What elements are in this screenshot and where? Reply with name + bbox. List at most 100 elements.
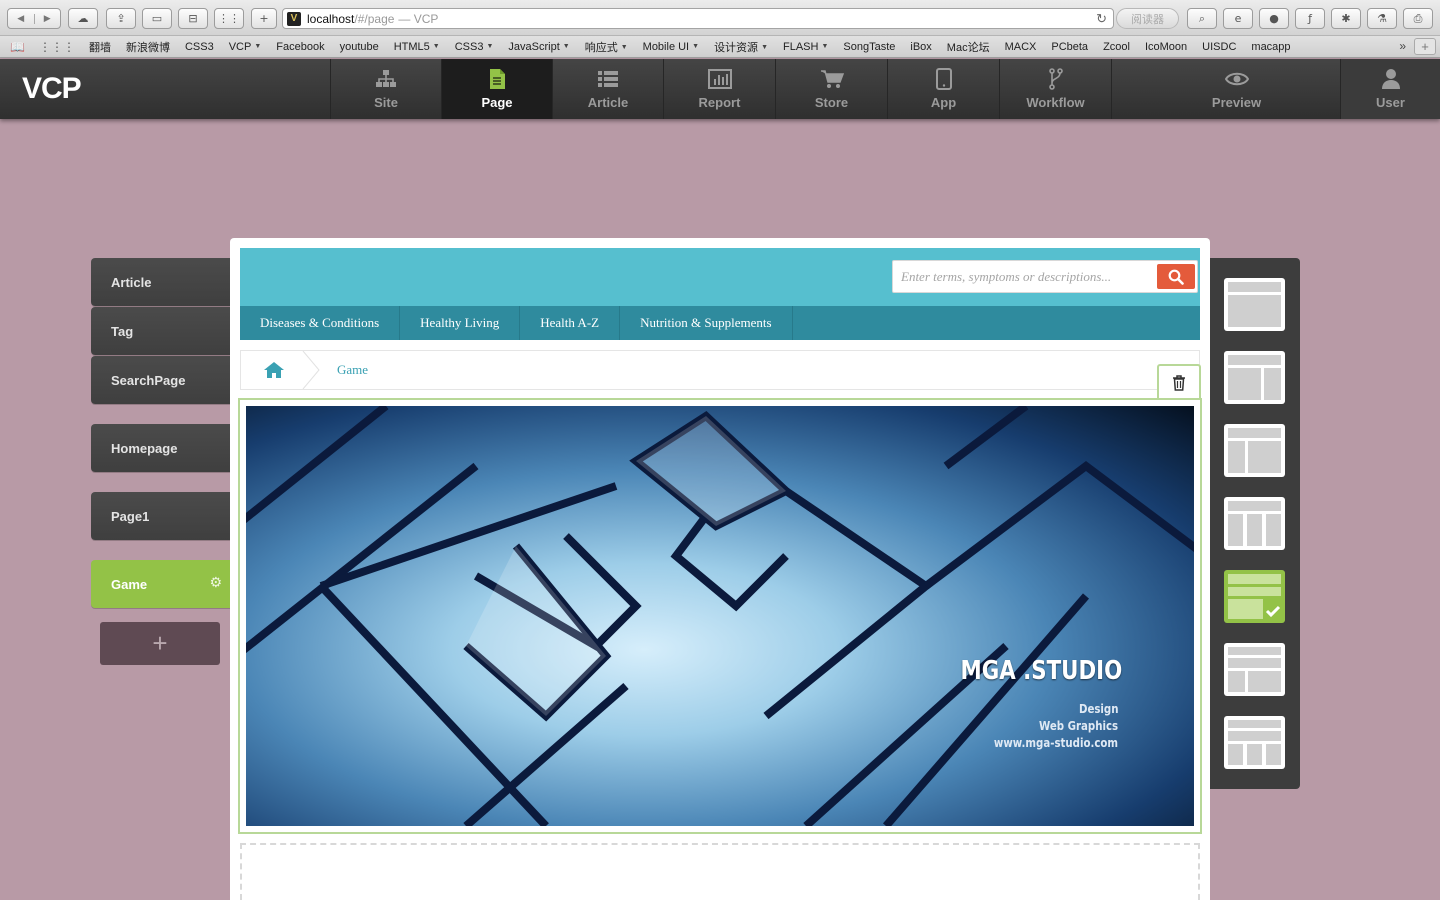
bookmarks-button[interactable]: ⊟ bbox=[178, 8, 208, 29]
breadcrumb-home[interactable] bbox=[241, 351, 307, 389]
bookmark-item[interactable]: 翻墙 bbox=[89, 39, 111, 55]
layout-option-6[interactable] bbox=[1224, 643, 1285, 696]
layout-option-1[interactable] bbox=[1224, 278, 1285, 331]
extension-flask-button[interactable]: ⚗ bbox=[1367, 8, 1397, 29]
bookmark-item[interactable]: JavaScript ▼ bbox=[508, 41, 569, 53]
selected-block[interactable]: MGA .STUDIO Design Web Graphics www.mga-… bbox=[238, 398, 1202, 834]
bookmark-item[interactable]: IcoMoon bbox=[1145, 41, 1187, 53]
new-tab-button[interactable]: + bbox=[251, 8, 277, 29]
flask-icon: ⚗ bbox=[1377, 12, 1387, 25]
bookmark-label: CSS3 bbox=[454, 40, 484, 53]
add-page-button[interactable]: + bbox=[100, 622, 220, 665]
bookmark-label: UISDC bbox=[1202, 40, 1237, 53]
banner-line-1: Design bbox=[1078, 702, 1118, 716]
search-icon bbox=[1168, 269, 1184, 285]
gear-icon[interactable]: ⚙ bbox=[209, 575, 222, 591]
top-sites-button[interactable]: ⋮⋮ bbox=[214, 8, 244, 29]
nav-page[interactable]: Page bbox=[441, 59, 552, 119]
site-nav-diseases[interactable]: Diseases & Conditions bbox=[240, 306, 401, 340]
back-forward-buttons[interactable]: ◀ ▶ bbox=[7, 8, 61, 29]
extension-search-button[interactable]: ⌕ bbox=[1187, 8, 1217, 29]
layout-option-5[interactable] bbox=[1224, 570, 1285, 623]
nav-preview[interactable]: Preview bbox=[1111, 59, 1361, 119]
search-input[interactable] bbox=[893, 261, 1155, 292]
reader-button[interactable]: 阅读器 bbox=[1116, 8, 1179, 29]
page-item-tag[interactable]: Tag bbox=[91, 307, 230, 355]
site-nav-nutrition[interactable]: Nutrition & Supplements bbox=[620, 306, 793, 340]
extension-puzzle-button[interactable]: ✱ bbox=[1331, 8, 1361, 29]
share-icon: ⇪ bbox=[116, 12, 126, 25]
bookmark-item[interactable]: MACX bbox=[1005, 41, 1037, 53]
nav-workflow[interactable]: Workflow bbox=[999, 59, 1111, 119]
eye-icon bbox=[1224, 68, 1249, 90]
bookmark-item[interactable]: Facebook bbox=[276, 41, 324, 53]
extension-record-button[interactable]: ● bbox=[1259, 8, 1289, 29]
bookmark-item[interactable]: FLASH ▼ bbox=[783, 41, 828, 53]
empty-drop-zone[interactable] bbox=[240, 843, 1200, 900]
page-item-page1[interactable]: Page1 bbox=[91, 492, 230, 540]
bookmark-item[interactable]: 新浪微博 bbox=[126, 39, 170, 55]
bookmark-item[interactable]: CSS3 bbox=[185, 41, 214, 53]
bookmark-label: Mac论坛 bbox=[946, 41, 990, 54]
open-book-icon[interactable]: 📖 bbox=[10, 40, 25, 54]
more-bookmarks-icon[interactable]: » bbox=[1399, 39, 1406, 53]
chevron-down-icon: ▼ bbox=[254, 43, 262, 51]
nav-user[interactable]: User bbox=[1340, 59, 1440, 119]
bookmark-item[interactable]: iBox bbox=[910, 41, 931, 53]
reload-icon[interactable]: ↻ bbox=[1096, 11, 1107, 27]
bookmark-item[interactable]: macapp bbox=[1251, 41, 1290, 53]
site-nav-health-az[interactable]: Health A-Z bbox=[520, 306, 621, 340]
bookmark-item[interactable]: Mac论坛 bbox=[947, 39, 990, 55]
add-tab-button[interactable]: + bbox=[1414, 38, 1436, 55]
bookmark-item[interactable]: Mobile UI ▼ bbox=[643, 41, 699, 53]
bookmark-item[interactable]: CSS3 ▼ bbox=[455, 41, 494, 53]
bookmark-item[interactable]: Zcool bbox=[1103, 41, 1130, 53]
bookmark-item[interactable]: SongTaste bbox=[843, 41, 895, 53]
bookmark-label: FLASH bbox=[783, 40, 819, 53]
page-item-article[interactable]: Article bbox=[91, 258, 230, 306]
address-bar[interactable]: V localhost /#/page — VCP ↻ bbox=[282, 8, 1114, 29]
bookmark-item[interactable]: youtube bbox=[340, 41, 379, 53]
bar-chart-icon bbox=[707, 68, 732, 90]
share-button[interactable]: ⇪ bbox=[106, 8, 136, 29]
banner-image: MGA .STUDIO Design Web Graphics www.mga-… bbox=[246, 406, 1194, 826]
site-nav-healthy-living[interactable]: Healthy Living bbox=[400, 306, 521, 340]
nav-store[interactable]: Store bbox=[775, 59, 887, 119]
icloud-tabs-button[interactable]: ☁ bbox=[68, 8, 98, 29]
bookmark-item[interactable]: VCP ▼ bbox=[229, 41, 262, 53]
bookmark-item[interactable]: PCbeta bbox=[1051, 41, 1088, 53]
site-search bbox=[892, 260, 1198, 293]
extension-ie-button[interactable]: e bbox=[1223, 8, 1253, 29]
nav-preview-label: Preview bbox=[1211, 95, 1262, 110]
nav-report[interactable]: Report bbox=[663, 59, 775, 119]
banner-line-3: www.mga-studio.com bbox=[993, 736, 1118, 750]
breadcrumb-current[interactable]: Game bbox=[337, 351, 368, 389]
bookmark-label: 翻墙 bbox=[88, 41, 111, 54]
bookmark-item[interactable]: HTML5 ▼ bbox=[394, 41, 440, 53]
back-icon[interactable]: ◀ bbox=[8, 13, 35, 24]
layout-option-2[interactable] bbox=[1224, 351, 1285, 404]
nav-article[interactable]: Article bbox=[552, 59, 663, 119]
forward-icon[interactable]: ▶ bbox=[35, 14, 61, 24]
extension-font-button[interactable]: ƒ bbox=[1295, 8, 1325, 29]
app-logo[interactable]: VCP bbox=[22, 72, 82, 106]
page-item-homepage[interactable]: Homepage bbox=[91, 424, 230, 472]
layout-option-4[interactable] bbox=[1224, 497, 1285, 550]
chevron-down-icon: ▼ bbox=[486, 43, 494, 51]
delete-block-button[interactable] bbox=[1157, 364, 1201, 400]
layout-option-3[interactable] bbox=[1224, 424, 1285, 477]
bookmark-item[interactable]: 设计资源 ▼ bbox=[714, 39, 768, 55]
page-item-searchpage[interactable]: SearchPage bbox=[91, 356, 230, 404]
nav-app[interactable]: App bbox=[887, 59, 999, 119]
search-button[interactable] bbox=[1157, 264, 1195, 289]
bookmark-item[interactable]: UISDC bbox=[1202, 41, 1236, 53]
nav-site[interactable]: Site bbox=[330, 59, 441, 119]
bookmark-label: macapp bbox=[1251, 40, 1291, 53]
grid-icon[interactable]: ⋮⋮⋮ bbox=[39, 40, 75, 54]
print-button[interactable]: ⎙ bbox=[1403, 8, 1433, 29]
reading-list-button[interactable]: ▭ bbox=[142, 8, 172, 29]
page-item-game[interactable]: Game ⚙ bbox=[91, 560, 230, 608]
nav-site-label: Site bbox=[374, 95, 398, 110]
layout-option-7[interactable] bbox=[1224, 716, 1285, 769]
bookmark-item[interactable]: 响应式 ▼ bbox=[585, 39, 628, 55]
